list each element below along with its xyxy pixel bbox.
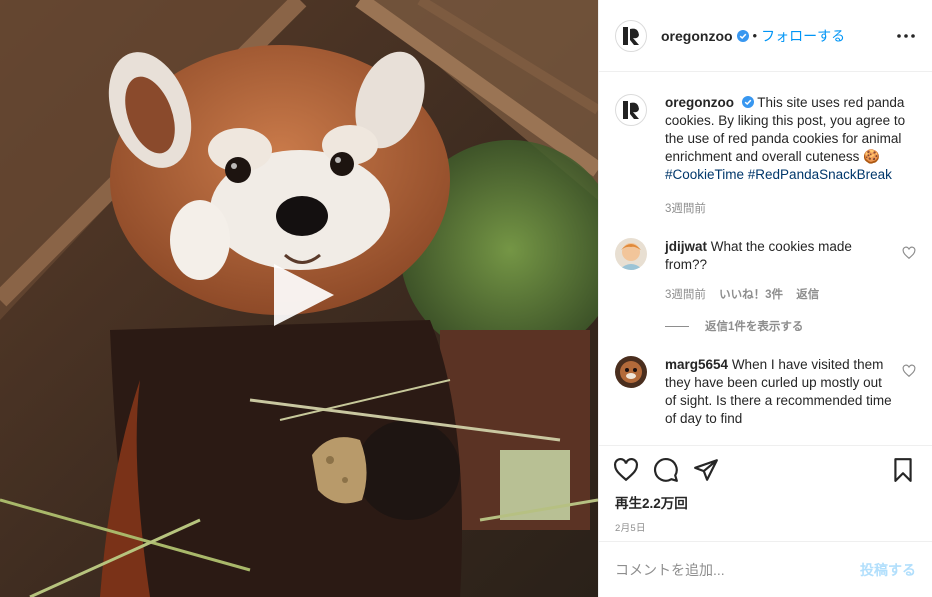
like-comment-heart-icon[interactable]	[902, 364, 916, 378]
profile-avatar[interactable]	[615, 19, 647, 52]
caption-avatar[interactable]	[615, 94, 647, 126]
avatar-photo-icon	[615, 238, 647, 270]
comment-input[interactable]	[615, 561, 860, 578]
replies-line	[665, 325, 689, 327]
post-header: oregonzoo • フォローする	[599, 0, 932, 72]
comment-composer: 投稿する	[599, 541, 932, 597]
post-username[interactable]: oregonzoo	[661, 28, 733, 44]
comment-username[interactable]: marg5654	[665, 357, 728, 372]
video-player[interactable]	[0, 0, 598, 597]
commenter-avatar[interactable]	[615, 356, 647, 388]
like-heart-icon[interactable]	[613, 457, 639, 483]
comment-username[interactable]: jdijwat	[665, 239, 707, 254]
verified-badge-icon	[736, 29, 749, 42]
view-replies-label: 返信1件を表示する	[705, 321, 804, 333]
verified-badge-icon	[741, 96, 754, 108]
comment-item: jdijwat What the cookies made from?? 3週間…	[615, 238, 916, 304]
oregon-zoo-logo-icon	[623, 101, 639, 119]
avatar-photo-icon	[615, 356, 647, 388]
view-replies-button[interactable]: 返信1件を表示する	[665, 318, 916, 334]
commenter-avatar[interactable]	[615, 238, 647, 270]
share-paper-plane-icon[interactable]	[693, 457, 719, 483]
caption-time: 3週間前	[665, 203, 706, 215]
comment-item: marg5654 When I have visited them they h…	[615, 356, 916, 428]
post-actions: 再生2.2万回 2月5日	[599, 445, 932, 541]
views-count[interactable]: 再生2.2万回	[615, 492, 916, 512]
like-comment-heart-icon[interactable]	[902, 246, 916, 260]
bookmark-icon[interactable]	[890, 457, 916, 483]
play-icon[interactable]	[268, 262, 338, 332]
more-options-icon[interactable]	[894, 24, 918, 48]
follow-button[interactable]: フォローする	[761, 26, 845, 46]
post-date[interactable]: 2月5日	[615, 520, 916, 534]
cookie-emoji: 🍪	[863, 149, 880, 164]
separator-dot: •	[752, 28, 758, 43]
reply-button[interactable]: 返信	[796, 289, 819, 301]
comment-likes[interactable]: いいね！3件	[719, 289, 783, 301]
hashtags-link[interactable]: #CookieTime #RedPandaSnackBreak	[665, 167, 892, 182]
instagram-post-modal: oregonzoo • フォローする oregonzoo This site u…	[0, 0, 932, 597]
comments-list[interactable]: oregonzoo This site uses red panda cooki…	[599, 72, 932, 445]
post-sidebar: oregonzoo • フォローする oregonzoo This site u…	[598, 0, 932, 597]
post-comment-button[interactable]: 投稿する	[860, 560, 916, 580]
caption: oregonzoo This site uses red panda cooki…	[615, 94, 916, 218]
caption-username[interactable]: oregonzoo	[665, 95, 734, 110]
comment-bubble-icon[interactable]	[653, 457, 679, 483]
comment-time: 3週間前	[665, 289, 706, 301]
oregon-zoo-logo-icon	[623, 26, 639, 45]
